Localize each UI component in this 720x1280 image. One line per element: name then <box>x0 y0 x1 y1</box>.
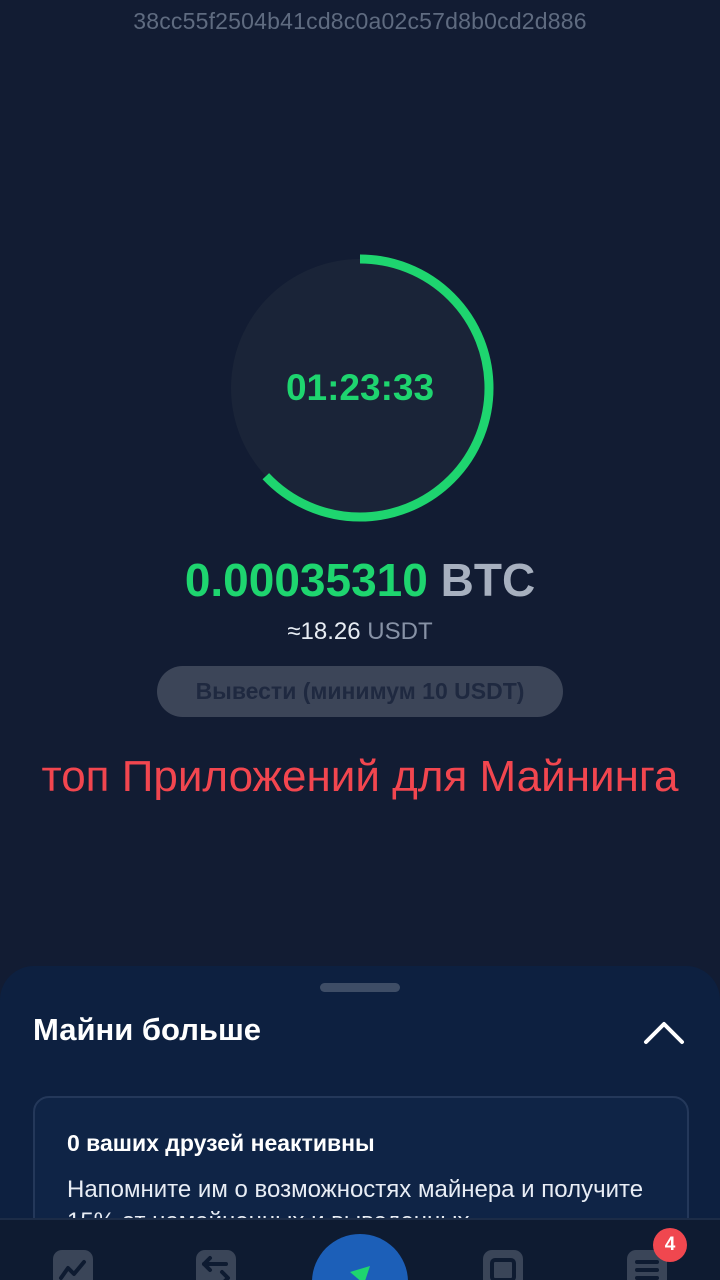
promo-banner[interactable]: топ Приложений для Майнинга <box>0 752 720 802</box>
wallet-icon[interactable] <box>483 1250 523 1280</box>
sheet-title: Майни больше <box>33 1012 262 1047</box>
bottom-nav: 4 <box>0 1218 720 1280</box>
chart-icon[interactable] <box>53 1250 93 1280</box>
sheet-drag-handle[interactable] <box>320 983 400 992</box>
usdt-equivalent: ≈18.26 USDT <box>0 618 720 646</box>
miner-icon[interactable] <box>312 1234 408 1280</box>
notification-badge: 4 <box>653 1228 687 1262</box>
miner-hash: 38cc55f2504b41cd8c0a02c57d8b0cd2d886 <box>133 8 587 34</box>
usdt-amount: ≈18.26 <box>287 618 361 645</box>
card-title: 0 ваших друзей неактивны <box>67 1130 375 1156</box>
btc-amount: 0.00035310 <box>184 554 428 606</box>
timer-value: 01:23:33 <box>285 367 435 408</box>
btc-balance: 0.00035310 BTC <box>0 553 720 607</box>
usdt-unit: USDT <box>367 618 433 645</box>
chevron-up-icon[interactable] <box>640 1014 688 1050</box>
mining-screen: 38cc55f2504b41cd8c0a02c57d8b0cd2d886 01:… <box>0 0 720 1280</box>
withdraw-button[interactable]: Вывести (минимум 10 USDT) <box>157 666 563 717</box>
mining-timer: 01:23:33 <box>225 253 495 523</box>
exchange-icon[interactable] <box>196 1250 236 1280</box>
btc-currency: BTC <box>440 554 536 606</box>
